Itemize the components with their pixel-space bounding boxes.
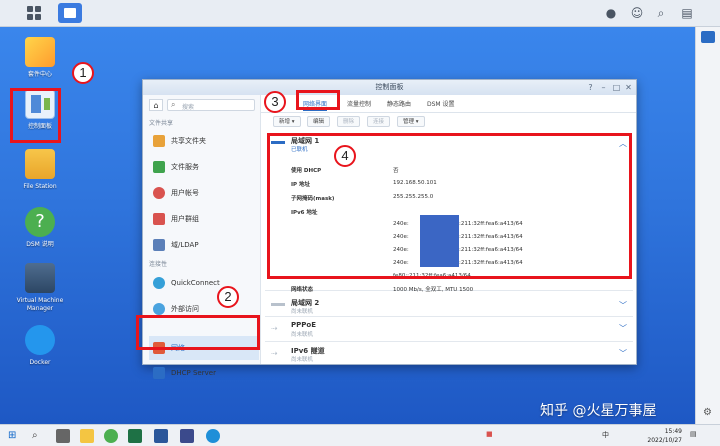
widgets-icon[interactable]: ▤ — [678, 4, 696, 22]
sidebar-item-file-services[interactable]: 文件服务 — [149, 157, 259, 177]
file-explorer-icon[interactable] — [80, 429, 94, 443]
create-button[interactable]: 新增 ▾ — [273, 116, 301, 127]
package-center-icon — [25, 37, 55, 67]
window-title: 控制面板 — [375, 83, 404, 91]
chevron-down-icon[interactable]: ﹀ — [619, 323, 627, 334]
connect-button[interactable]: 连接 — [367, 116, 391, 127]
annotation-box-control-panel — [10, 88, 61, 143]
pppoe-icon: ⇢ — [271, 324, 278, 333]
chat-icon[interactable]: ● — [602, 4, 620, 22]
interface-pppoe[interactable]: ⇢ PPPoE 尚未联机 ﹀ — [265, 318, 633, 342]
search-input[interactable]: ⌕ 搜索 — [167, 99, 255, 111]
sidebar-item-quickconnect[interactable]: QuickConnect — [149, 273, 259, 293]
excel-icon[interactable] — [128, 429, 142, 443]
desktop-icon-dsm-help[interactable]: ? DSM 说明 — [8, 207, 72, 249]
watermark: 知乎 @火星万事屋 — [540, 403, 657, 419]
annotation-box-network-interface-tab — [296, 90, 340, 110]
help-icon: ? — [25, 207, 55, 237]
tray-app-icon[interactable]: ■ — [486, 430, 493, 438]
interface-pppoe-name: PPPoE — [291, 321, 316, 329]
desktop-icon-package-center[interactable]: 套件中心 — [8, 37, 72, 79]
globe-icon — [153, 303, 165, 315]
clock[interactable]: 15:49 2022/10/27 — [647, 427, 682, 445]
tab-dsm-settings[interactable]: DSM 设置 — [427, 98, 455, 111]
group-icon — [153, 213, 165, 225]
window-titlebar[interactable]: 控制面板 ? – □ ✕ — [143, 80, 636, 95]
interface-pppoe-status: 尚未联机 — [291, 332, 314, 338]
sidebar-item-group[interactable]: 用户群组 — [149, 209, 259, 229]
docker-icon — [25, 325, 55, 355]
edge-icon[interactable] — [206, 429, 220, 443]
ime-indicator[interactable]: 中 — [602, 430, 609, 440]
user-icon[interactable]: ☺ — [628, 4, 646, 22]
annotation-box-network — [136, 315, 260, 350]
ethernet-disconnected-icon — [271, 303, 285, 306]
chevron-down-icon[interactable]: ﹀ — [619, 348, 627, 359]
interface-ipv6-tunnel[interactable]: ⇢ IPv6 隧道 尚未联机 ﹀ — [265, 343, 633, 367]
search-icon[interactable]: ⌕ — [32, 429, 46, 443]
close-button[interactable]: ✕ — [623, 82, 634, 93]
interface-lan2[interactable]: 局域网 2 尚未联机 ﹀ — [265, 295, 633, 317]
tunnel-icon: ⇢ — [271, 349, 278, 358]
tab-static-route[interactable]: 静态路由 — [387, 98, 411, 111]
app-icon[interactable] — [180, 429, 194, 443]
annotation-number-2: 2 — [217, 286, 239, 308]
annotation-number-3: 3 — [264, 91, 286, 113]
interface-ipv6-tunnel-status: 尚未联机 — [291, 357, 314, 363]
search-icon[interactable]: ⌕ — [652, 4, 670, 22]
desktop-icon-docker[interactable]: Docker — [8, 325, 72, 367]
sidebar-item-dhcp-server[interactable]: DHCP Server — [149, 363, 259, 383]
word-icon[interactable] — [154, 429, 168, 443]
help-button[interactable]: ? — [585, 82, 596, 93]
home-button[interactable]: ⌂ — [149, 99, 163, 111]
interface-lan2-status: 尚未联机 — [291, 309, 314, 315]
desktop-icon-file-station[interactable]: File Station — [8, 149, 72, 191]
dsm-topbar: ● ☺ ⌕ ▤ — [0, 0, 720, 27]
minimize-button[interactable]: – — [598, 82, 609, 93]
dhcp-icon — [153, 367, 165, 379]
right-strip: ⚙ — [695, 27, 720, 424]
sidebar-item-domain-ldap[interactable]: 域/LDAP — [149, 235, 259, 255]
taskbar-control-panel-button[interactable] — [58, 3, 82, 23]
search-icon: ⌕ — [171, 100, 176, 109]
chevron-down-icon[interactable]: ﹀ — [619, 300, 627, 311]
wechat-icon[interactable] — [104, 429, 118, 443]
quickconnect-icon — [153, 277, 165, 289]
windows-start-icon[interactable]: ⊞ — [8, 429, 22, 443]
file-services-icon — [153, 161, 165, 173]
domain-icon — [153, 239, 165, 251]
delete-button[interactable]: 删除 — [337, 116, 361, 127]
outlook-icon[interactable] — [701, 31, 715, 43]
settings-icon[interactable]: ⚙ — [703, 407, 712, 418]
annotation-box-lan1 — [267, 133, 632, 279]
folder-icon — [25, 149, 55, 179]
task-view-icon[interactable] — [56, 429, 70, 443]
notification-icon[interactable]: ▤ — [690, 430, 697, 438]
toolbar: 新增 ▾ 编辑 删除 连接 管理 ▾ — [261, 113, 636, 129]
annotation-number-1: 1 — [72, 62, 94, 84]
sidebar-item-shared-folder[interactable]: 共享文件夹 — [149, 131, 259, 151]
section-file-sharing: 文件共享 — [149, 120, 174, 127]
network-status-label: 网络状态 — [291, 287, 314, 293]
sidebar-item-user[interactable]: 用户帐号 — [149, 183, 259, 203]
manage-button[interactable]: 管理 ▾ — [397, 116, 425, 127]
clock-date: 2022/10/27 — [647, 437, 682, 444]
search-placeholder: 搜索 — [182, 104, 195, 111]
tab-traffic-control[interactable]: 流量控制 — [347, 98, 371, 111]
maximize-button[interactable]: □ — [611, 82, 622, 93]
edit-button[interactable]: 编辑 — [307, 116, 331, 127]
annotation-number-4: 4 — [334, 145, 356, 167]
main-menu-button[interactable] — [24, 3, 46, 23]
windows-taskbar: ⊞ ⌕ ■ 中 15:49 2022/10/27 ▤ — [0, 424, 720, 446]
user-icon — [153, 187, 165, 199]
folder-share-icon — [153, 135, 165, 147]
clock-time: 15:49 — [664, 428, 682, 435]
vmm-icon — [25, 263, 55, 293]
section-connectivity: 连接性 — [149, 261, 168, 268]
desktop-icon-vmm[interactable]: Virtual Machine Manager — [8, 263, 72, 313]
network-status-value: 1000 Mb/s, 全双工, MTU 1500 — [393, 287, 474, 293]
